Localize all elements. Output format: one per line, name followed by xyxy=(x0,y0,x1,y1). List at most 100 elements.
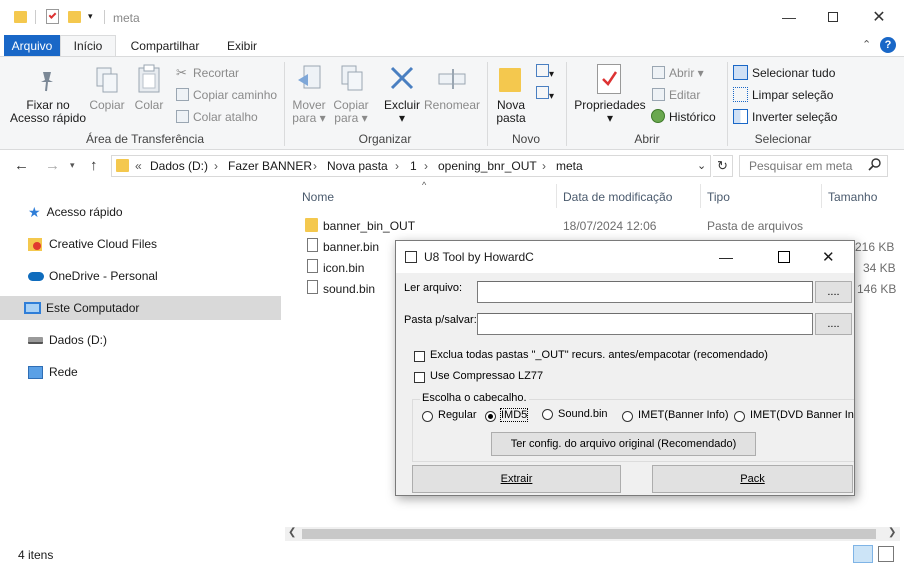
close-button[interactable]: ✕ xyxy=(856,0,902,34)
tab-view[interactable]: Exibir xyxy=(214,35,270,56)
crumb-fazer-banner[interactable]: Fazer BANNER xyxy=(228,159,312,173)
tab-share[interactable]: Compartilhar xyxy=(122,35,208,56)
column-header-date[interactable]: Data de modificação xyxy=(563,190,672,204)
column-header-type[interactable]: Tipo xyxy=(707,190,730,204)
radio-sound-bin[interactable] xyxy=(542,409,553,420)
crumb-separator-icon[interactable]: › xyxy=(424,159,428,173)
crumb-overflow[interactable]: « xyxy=(135,159,142,173)
column-header-size[interactable]: Tamanho xyxy=(828,190,877,204)
nav-item-this-pc[interactable]: Este Computador xyxy=(0,296,281,320)
easy-access-icon[interactable]: ▾ xyxy=(536,86,558,102)
file-name[interactable]: banner.bin xyxy=(323,240,379,254)
new-folder-qa-icon[interactable] xyxy=(68,11,81,23)
refresh-icon[interactable]: ↻ xyxy=(713,155,733,177)
read-file-input[interactable] xyxy=(477,281,813,303)
dialog-close-button[interactable]: ✕ xyxy=(822,248,835,266)
crumb-1[interactable]: 1 xyxy=(410,159,417,173)
column-header-name[interactable]: Nome xyxy=(302,190,334,204)
new-item-icon[interactable]: ▾ xyxy=(536,64,558,80)
qa-dropdown-icon[interactable]: ▾ xyxy=(88,11,93,22)
folder-icon xyxy=(305,218,318,232)
pin-quick-access-button[interactable]: Fixar no Acesso rápido xyxy=(8,99,88,125)
minimize-button[interactable]: — xyxy=(766,0,812,34)
radio-imet-banner[interactable] xyxy=(622,411,633,422)
recent-chevron-icon[interactable]: ▾ xyxy=(70,160,75,171)
properties-icon xyxy=(597,64,621,94)
collapse-ribbon-icon[interactable]: ⌃ xyxy=(862,38,871,51)
delete-button[interactable]: Excluir ▾ xyxy=(380,99,424,125)
tab-file[interactable]: Arquivo xyxy=(4,35,60,56)
cut-button[interactable]: Recortar xyxy=(193,66,239,80)
radio-regular[interactable] xyxy=(422,411,433,422)
rename-button[interactable]: Renomear xyxy=(424,99,480,112)
nav-item-onedrive[interactable]: OneDrive - Personal xyxy=(28,264,158,288)
save-folder-input[interactable] xyxy=(477,313,813,335)
properties-qa-icon[interactable] xyxy=(46,9,59,24)
save-browse-button[interactable]: .... xyxy=(815,313,852,335)
dialog-maximize-button[interactable] xyxy=(778,251,790,263)
dialog-title: U8 Tool by HowardC xyxy=(424,250,534,264)
scroll-right-icon[interactable]: ❯ xyxy=(888,527,896,538)
history-button[interactable]: Histórico xyxy=(669,110,716,124)
crumb-opening-bnr-out[interactable]: opening_bnr_OUT xyxy=(438,159,537,173)
radio-imd5-label: IMD5 xyxy=(499,408,529,422)
dialog-minimize-button[interactable]: — xyxy=(716,249,736,265)
help-icon[interactable]: ? xyxy=(880,37,896,53)
up-arrow-icon[interactable]: ↑ xyxy=(90,157,98,174)
file-name[interactable]: sound.bin xyxy=(323,282,375,296)
column-divider xyxy=(821,184,822,208)
tab-home[interactable]: Início xyxy=(60,35,116,56)
extract-button[interactable]: Extrair xyxy=(412,465,621,493)
paste-shortcut-button[interactable]: Colar atalho xyxy=(193,110,258,124)
move-to-button[interactable]: Mover para ▾ xyxy=(289,99,329,125)
pack-button[interactable]: Pack xyxy=(652,465,853,493)
properties-button[interactable]: Propriedades ▾ xyxy=(572,99,648,125)
nav-item-network[interactable]: Rede xyxy=(28,360,78,384)
crumb-dados[interactable]: Dados (D:) xyxy=(150,159,208,173)
pin-icon xyxy=(37,68,57,92)
crumb-meta[interactable]: meta xyxy=(556,159,583,173)
properties-dropdown-icon: ▾ xyxy=(606,111,614,125)
invert-selection-button[interactable]: Inverter seleção xyxy=(752,110,837,124)
open-button[interactable]: Abrir ▾ xyxy=(669,66,704,80)
address-dropdown-icon[interactable]: ⌄ xyxy=(697,159,706,172)
nav-item-creative-cloud[interactable]: Creative Cloud Files xyxy=(28,232,157,256)
scroll-thumb[interactable] xyxy=(302,529,876,539)
lz77-checkbox[interactable] xyxy=(414,372,425,383)
paste-button[interactable]: Colar xyxy=(130,99,168,112)
radio-imet-dvd[interactable] xyxy=(734,411,745,422)
copy-path-button[interactable]: Copiar caminho xyxy=(193,88,277,102)
radio-imd5[interactable] xyxy=(485,411,496,422)
copy-button[interactable]: Copiar xyxy=(88,99,126,112)
select-all-icon xyxy=(733,65,748,80)
copy-to-label-2: para ▾ xyxy=(334,111,368,125)
back-arrow-icon[interactable]: ← xyxy=(14,157,29,174)
crumb-separator-icon[interactable]: › xyxy=(542,159,546,173)
original-config-button[interactable]: Ter config. do arquivo original (Recomen… xyxy=(491,432,756,456)
crumb-nova-pasta[interactable]: Nova pasta xyxy=(327,159,388,173)
file-name[interactable]: banner_bin_OUT xyxy=(323,219,415,233)
nav-label: Este Computador xyxy=(46,301,140,315)
scroll-left-icon[interactable]: ❮ xyxy=(288,527,296,538)
forward-arrow-icon[interactable]: → xyxy=(45,157,60,174)
crumb-separator-icon[interactable]: › xyxy=(395,159,399,173)
edit-button[interactable]: Editar xyxy=(669,88,700,102)
select-none-button[interactable]: Limpar seleção xyxy=(752,88,833,102)
new-folder-button[interactable]: Nova pasta xyxy=(490,99,532,125)
large-icons-view-icon[interactable] xyxy=(878,546,894,562)
exclude-out-checkbox[interactable] xyxy=(414,351,425,362)
details-view-icon[interactable] xyxy=(853,545,873,563)
file-name[interactable]: icon.bin xyxy=(323,261,364,275)
read-browse-button[interactable]: .... xyxy=(815,281,852,303)
file-icon xyxy=(307,280,318,294)
nav-label: Dados (D:) xyxy=(49,333,108,347)
maximize-button[interactable] xyxy=(810,0,856,34)
crumb-separator-icon[interactable]: › xyxy=(313,159,317,173)
copy-to-button[interactable]: Copiar para ▾ xyxy=(331,99,371,125)
crumb-separator-icon[interactable]: › xyxy=(214,159,218,173)
nav-item-drive-d[interactable]: Dados (D:) xyxy=(28,328,107,352)
sort-indicator-icon: ^ xyxy=(422,180,427,190)
select-all-button[interactable]: Selecionar tudo xyxy=(752,66,835,80)
nav-item-quick-access[interactable]: ★ Acesso rápido xyxy=(28,200,123,224)
search-input[interactable]: Pesquisar em meta xyxy=(749,159,852,173)
